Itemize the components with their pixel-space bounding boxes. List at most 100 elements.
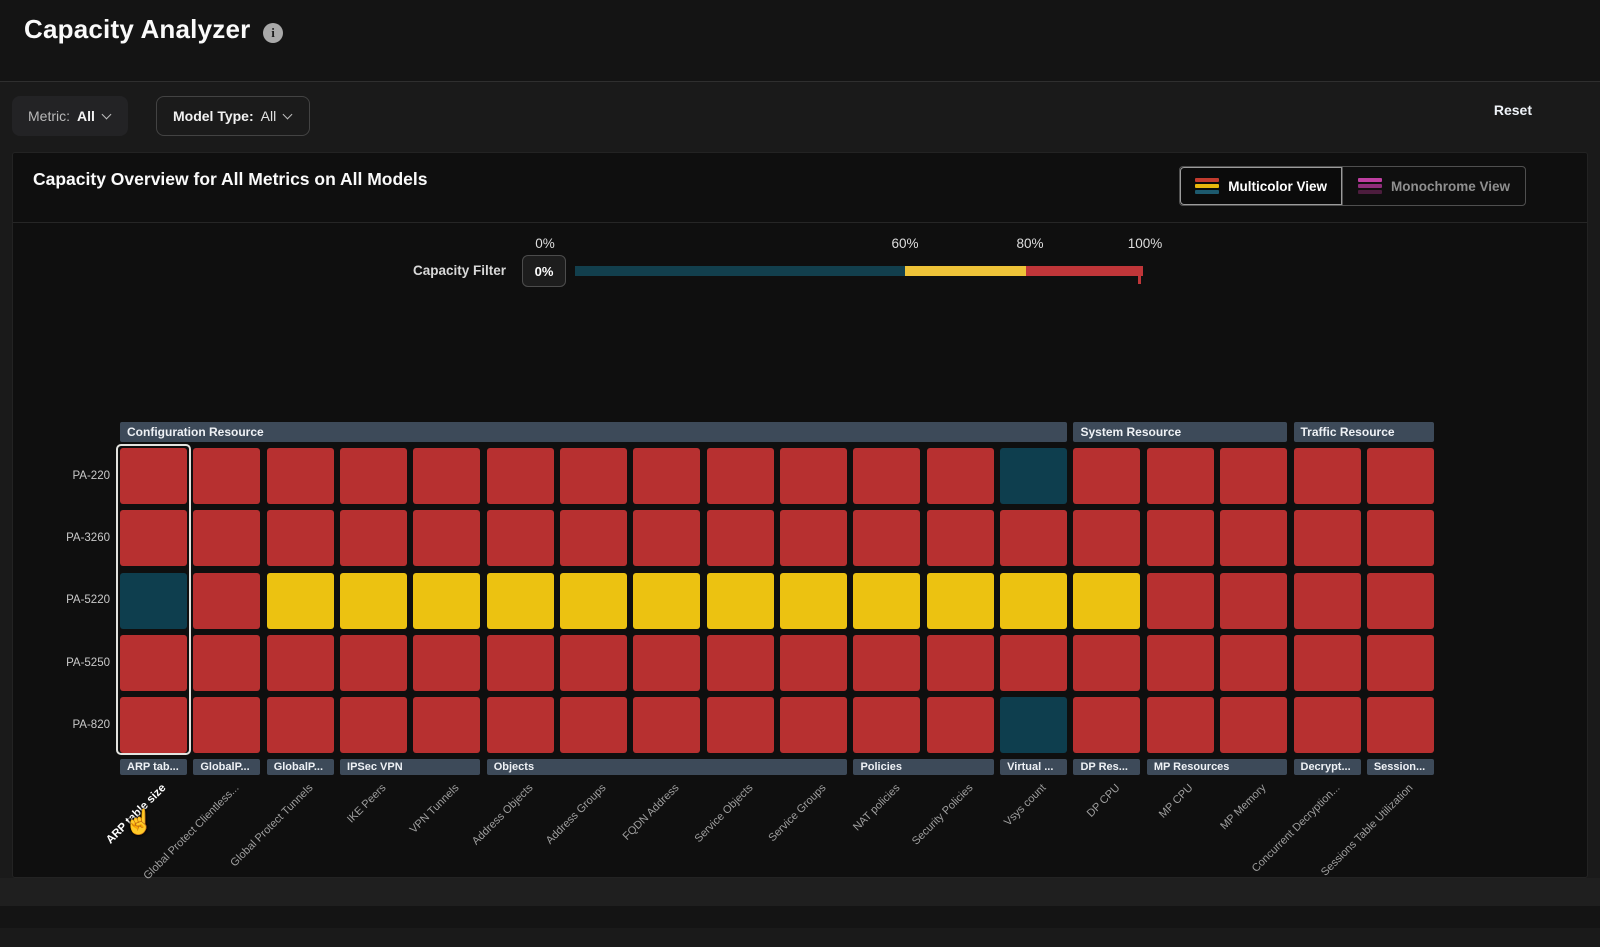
capacity-filter-handle[interactable]: 0% bbox=[522, 255, 566, 287]
heatmap-cell[interactable] bbox=[340, 697, 407, 753]
heatmap-cell[interactable] bbox=[780, 635, 847, 691]
heatmap-cell[interactable] bbox=[560, 448, 627, 504]
heatmap-cell[interactable] bbox=[193, 448, 260, 504]
metric-dropdown[interactable]: Metric: All bbox=[12, 96, 128, 136]
heatmap-cell[interactable] bbox=[560, 573, 627, 629]
heatmap-cell[interactable] bbox=[487, 510, 554, 566]
heatmap-cell[interactable] bbox=[120, 635, 187, 691]
heatmap-cell[interactable] bbox=[1220, 697, 1287, 753]
heatmap-cell[interactable] bbox=[1294, 510, 1361, 566]
heatmap-cell[interactable] bbox=[927, 635, 994, 691]
heatmap-cell[interactable] bbox=[267, 510, 334, 566]
heatmap-cell[interactable] bbox=[1073, 573, 1140, 629]
heatmap-cell[interactable] bbox=[1147, 573, 1214, 629]
heatmap-cell[interactable] bbox=[1294, 697, 1361, 753]
reset-button[interactable]: Reset bbox=[1494, 102, 1532, 118]
heatmap-cell[interactable] bbox=[707, 635, 774, 691]
row-label: PA-220 bbox=[30, 469, 110, 483]
heatmap-cell[interactable] bbox=[340, 635, 407, 691]
heatmap-cell[interactable] bbox=[193, 573, 260, 629]
heatmap-cell[interactable] bbox=[1220, 635, 1287, 691]
heatmap-cell[interactable] bbox=[560, 635, 627, 691]
heatmap-cell[interactable] bbox=[927, 510, 994, 566]
heatmap-cell[interactable] bbox=[487, 697, 554, 753]
heatmap-cell[interactable] bbox=[1073, 635, 1140, 691]
heatmap-cell[interactable] bbox=[853, 448, 920, 504]
heatmap-cell[interactable] bbox=[120, 448, 187, 504]
heatmap-cell[interactable] bbox=[780, 697, 847, 753]
heatmap-cell[interactable] bbox=[487, 635, 554, 691]
heatmap-cell[interactable] bbox=[193, 697, 260, 753]
heatmap-cell[interactable] bbox=[1073, 510, 1140, 566]
heatmap-cell[interactable] bbox=[120, 697, 187, 753]
heatmap-cell[interactable] bbox=[1000, 573, 1067, 629]
heatmap-cell[interactable] bbox=[1000, 697, 1067, 753]
heatmap-cell[interactable] bbox=[560, 697, 627, 753]
heatmap-cell[interactable] bbox=[780, 448, 847, 504]
heatmap-cell[interactable] bbox=[267, 573, 334, 629]
heatmap-cell[interactable] bbox=[120, 573, 187, 629]
heatmap-cell[interactable] bbox=[1367, 573, 1434, 629]
heatmap-cell[interactable] bbox=[1367, 697, 1434, 753]
heatmap-cell[interactable] bbox=[780, 510, 847, 566]
heatmap-cell[interactable] bbox=[1220, 510, 1287, 566]
heatmap-cell[interactable] bbox=[267, 448, 334, 504]
heatmap-cell[interactable] bbox=[1294, 573, 1361, 629]
heatmap-cell[interactable] bbox=[413, 573, 480, 629]
heatmap-cell[interactable] bbox=[487, 573, 554, 629]
heatmap-cell[interactable] bbox=[120, 510, 187, 566]
heatmap-cell[interactable] bbox=[1000, 510, 1067, 566]
heatmap-cell[interactable] bbox=[1220, 448, 1287, 504]
view-toggle-multicolor-view[interactable]: Multicolor View bbox=[1180, 167, 1342, 205]
heatmap-cell[interactable] bbox=[340, 510, 407, 566]
heatmap-cell[interactable] bbox=[413, 697, 480, 753]
model-type-dropdown[interactable]: Model Type: All bbox=[156, 96, 310, 136]
heatmap-cell[interactable] bbox=[633, 510, 700, 566]
heatmap-cell[interactable] bbox=[193, 635, 260, 691]
heatmap-cell[interactable] bbox=[487, 448, 554, 504]
heatmap-cell[interactable] bbox=[1000, 635, 1067, 691]
heatmap-cell[interactable] bbox=[1000, 448, 1067, 504]
heatmap-cell[interactable] bbox=[340, 573, 407, 629]
heatmap-cell[interactable] bbox=[780, 573, 847, 629]
heatmap-cell[interactable] bbox=[413, 635, 480, 691]
heatmap-cell[interactable] bbox=[853, 635, 920, 691]
heatmap-cell[interactable] bbox=[707, 697, 774, 753]
heatmap-cell[interactable] bbox=[193, 510, 260, 566]
capacity-filter-track[interactable] bbox=[575, 266, 1143, 276]
heatmap-cell[interactable] bbox=[267, 635, 334, 691]
heatmap-cell[interactable] bbox=[560, 510, 627, 566]
heatmap-cell[interactable] bbox=[633, 448, 700, 504]
heatmap-cell[interactable] bbox=[927, 697, 994, 753]
heatmap-cell[interactable] bbox=[853, 573, 920, 629]
info-icon[interactable]: i bbox=[263, 23, 283, 43]
heatmap-cell[interactable] bbox=[1367, 635, 1434, 691]
heatmap-cell[interactable] bbox=[1147, 635, 1214, 691]
heatmap-cell[interactable] bbox=[1294, 635, 1361, 691]
heatmap-cell[interactable] bbox=[853, 697, 920, 753]
heatmap-cell[interactable] bbox=[633, 573, 700, 629]
heatmap-cell[interactable] bbox=[927, 448, 994, 504]
heatmap-cell[interactable] bbox=[1367, 510, 1434, 566]
heatmap-cell[interactable] bbox=[1220, 573, 1287, 629]
heatmap-cell[interactable] bbox=[707, 573, 774, 629]
heatmap-cell[interactable] bbox=[1147, 510, 1214, 566]
heatmap-cell[interactable] bbox=[707, 510, 774, 566]
heatmap-cell[interactable] bbox=[1147, 697, 1214, 753]
heatmap-cell[interactable] bbox=[633, 635, 700, 691]
heatmap-cell[interactable] bbox=[633, 697, 700, 753]
heatmap-cell[interactable] bbox=[1294, 448, 1361, 504]
heatmap-cell[interactable] bbox=[1367, 448, 1434, 504]
heatmap-cell[interactable] bbox=[413, 448, 480, 504]
view-toggle-monochrome-view[interactable]: Monochrome View bbox=[1342, 167, 1525, 205]
heatmap-cell[interactable] bbox=[413, 510, 480, 566]
heatmap-cell[interactable] bbox=[1147, 448, 1214, 504]
heatmap-cell[interactable] bbox=[707, 448, 774, 504]
heatmap-cell[interactable] bbox=[1073, 448, 1140, 504]
heatmap-cell[interactable] bbox=[927, 573, 994, 629]
heatmap-cell[interactable] bbox=[853, 510, 920, 566]
heatmap-cell[interactable] bbox=[267, 697, 334, 753]
heatmap-cell[interactable] bbox=[1073, 697, 1140, 753]
heatmap-cell[interactable] bbox=[340, 448, 407, 504]
column-group-header: Traffic Resource bbox=[1294, 422, 1434, 442]
